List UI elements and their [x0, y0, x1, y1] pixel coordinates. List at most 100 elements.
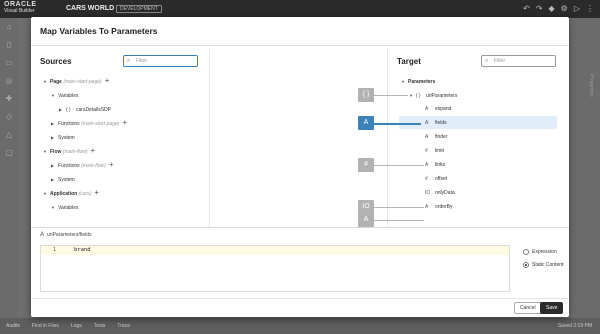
chevron-right-icon[interactable]: ▶ — [59, 105, 66, 114]
boolean-mapping-box[interactable]: IO — [358, 200, 374, 214]
dialog-title: Map Variables To Parameters — [40, 26, 158, 36]
search-icon: ⌕ — [485, 58, 489, 64]
add-icon[interactable]: + — [122, 118, 127, 127]
chevron-down-icon[interactable]: ▼ — [401, 77, 408, 86]
components-icon[interactable]: ◇ — [0, 108, 18, 126]
source-node-flow-system[interactable]: ▶ System — [51, 175, 75, 184]
string-type-icon: A — [40, 232, 45, 238]
target-title: Target — [397, 57, 421, 66]
column-divider — [387, 49, 388, 227]
chevron-down-icon[interactable]: ▼ — [43, 147, 50, 156]
source-icon[interactable]: ✚ — [0, 90, 18, 108]
save-button[interactable]: Save — [540, 302, 564, 314]
chevron-right-icon[interactable]: ▶ — [51, 175, 58, 184]
properties-tab[interactable]: Properties — [588, 74, 594, 97]
file-icon[interactable]: ▢ — [0, 144, 18, 162]
chevron-down-icon[interactable]: ▼ — [409, 91, 416, 100]
editor-path: AuriParameters/fields — [40, 232, 92, 238]
sources-filter-input[interactable]: ⌕ Filter — [123, 55, 198, 67]
target-node-expand[interactable]: Aexpand — [425, 105, 451, 114]
source-node-app-variables[interactable]: ▼ Variables — [51, 203, 78, 212]
chevron-right-icon[interactable]: ▶ — [51, 133, 58, 142]
add-icon[interactable]: + — [109, 160, 114, 169]
fields-mapping-box[interactable]: A — [358, 116, 374, 130]
current-line-highlight — [41, 246, 509, 255]
chevron-down-icon[interactable]: ▼ — [51, 91, 58, 100]
web-icon[interactable]: ▭ — [0, 54, 18, 72]
string-type-icon: A — [425, 106, 429, 112]
activity-rail: ⌂ ▯ ▭ ◎ ✚ ◇ △ ▢ — [0, 18, 18, 318]
mobile-icon[interactable]: ▯ — [0, 36, 18, 54]
mapping-line — [374, 95, 408, 96]
source-node-functions[interactable]: ▶ Functions (main-start-page) + — [51, 119, 127, 128]
chevron-down-icon[interactable]: ▼ — [43, 189, 50, 198]
play-icon[interactable]: ▷ — [574, 4, 580, 13]
status-tests[interactable]: Tests — [94, 323, 106, 329]
home-icon[interactable]: ⌂ — [0, 18, 18, 36]
more-icon[interactable]: ⋮ — [586, 4, 594, 13]
oracle-logo: ORACLE Visual Builder — [4, 1, 64, 14]
undo-icon[interactable]: ↶ — [523, 4, 530, 13]
editor-code[interactable]: brand — [74, 247, 91, 253]
add-icon[interactable]: + — [91, 146, 96, 155]
string-type-icon: A — [425, 204, 429, 210]
source-node-page[interactable]: ▼ Page (main-start-page) + — [43, 77, 109, 86]
source-node-carsdetails[interactable]: ▶{ } carsDetailsSDP — [59, 105, 111, 114]
target-node-offset[interactable]: # offset — [425, 175, 447, 184]
radio-off-icon[interactable] — [523, 249, 529, 255]
app-name[interactable]: CARS WORLD — [66, 5, 114, 12]
target-filter-placeholder: Filter — [494, 58, 506, 64]
source-node-variables[interactable]: ▼ Variables — [51, 91, 78, 100]
static-content-radio[interactable]: Static Content — [523, 262, 563, 268]
string-type-icon: A — [425, 162, 429, 168]
status-logs[interactable]: Logs — [71, 323, 82, 329]
source-node-flow-functions[interactable]: ▶ Functions (main-flow) + — [51, 161, 113, 170]
target-node-parameters[interactable]: ▼ Parameters — [401, 77, 435, 86]
column-divider — [209, 49, 210, 227]
cancel-button[interactable]: Cancel — [514, 302, 542, 314]
number-type-icon: # — [425, 176, 428, 182]
line-number: 1 — [53, 247, 57, 253]
source-node-flow[interactable]: ▼ Flow (main-flow) + — [43, 147, 95, 156]
chevron-down-icon[interactable]: ▼ — [51, 203, 58, 212]
status-find[interactable]: Find in Files — [32, 323, 59, 329]
saved-status: Saved 2:19 PM — [557, 323, 592, 329]
target-node-finder[interactable]: Afinder — [425, 133, 448, 142]
mapping-line — [374, 220, 424, 221]
target-node-onlydata[interactable]: IO onlyData — [425, 189, 455, 198]
selected-target-row — [399, 116, 557, 129]
number-mapping-box[interactable]: # — [358, 158, 374, 172]
status-audits[interactable]: Audits — [6, 323, 20, 329]
gear-icon[interactable]: ⚙ — [561, 4, 568, 13]
add-icon[interactable]: + — [105, 76, 110, 85]
string-mapping-box[interactable]: A — [358, 213, 374, 227]
object-icon: { } — [416, 93, 421, 99]
target-node-orderby[interactable]: AorderBy — [425, 203, 453, 212]
source-node-application[interactable]: ▼ Application (cars) + — [43, 189, 99, 198]
app-header: ORACLE Visual Builder CARS WORLD DEVELOP… — [0, 0, 600, 18]
expression-radio[interactable]: Expression — [523, 249, 557, 255]
chevron-right-icon[interactable]: ▶ — [51, 119, 58, 128]
target-filter-input[interactable]: ⌕ Filter — [481, 55, 556, 67]
env-badge: DEVELOPMENT — [116, 5, 162, 13]
value-editor[interactable]: 1 brand — [40, 245, 510, 292]
mapping-line — [374, 207, 424, 208]
diamond-icon[interactable]: ◆ — [549, 4, 555, 13]
redo-icon[interactable]: ↷ — [536, 4, 543, 13]
source-node-system[interactable]: ▶ System — [51, 133, 75, 142]
target-node-uriparameters[interactable]: ▼{ } uriParameters — [409, 91, 457, 100]
object-mapping-box[interactable]: { } — [358, 88, 374, 102]
target-node-limit[interactable]: # limit — [425, 147, 444, 156]
target-node-links[interactable]: Alinks — [425, 161, 445, 170]
status-trace[interactable]: Trace — [117, 323, 130, 329]
add-icon[interactable]: + — [94, 188, 99, 197]
mapping-line-active — [374, 123, 421, 125]
chevron-right-icon[interactable]: ▶ — [51, 161, 58, 170]
target-node-fields[interactable]: Afields — [425, 119, 447, 128]
sources-title: Sources — [40, 57, 72, 66]
status-bar: Audits Find in Files Logs Tests Trace Sa… — [0, 318, 600, 334]
services-icon[interactable]: ◎ — [0, 72, 18, 90]
alert-icon[interactable]: △ — [0, 126, 18, 144]
chevron-down-icon[interactable]: ▼ — [43, 77, 50, 86]
radio-on-icon[interactable] — [523, 262, 529, 268]
